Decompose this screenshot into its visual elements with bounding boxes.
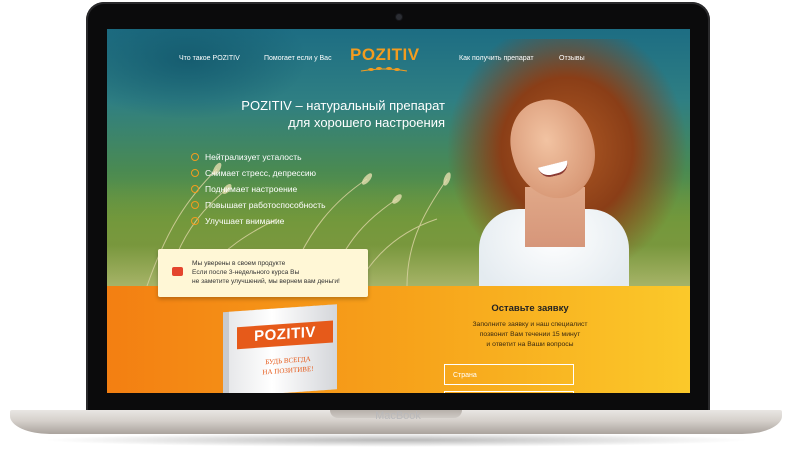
nav-item-how-to-get[interactable]: Как получить препарат <box>459 55 534 62</box>
camera-icon <box>396 14 402 20</box>
form-description: Заполните заявку и наш специалист позвон… <box>472 321 588 348</box>
box-logo: POZITIV <box>237 320 333 350</box>
form-title: Оставьте заявку <box>491 303 569 314</box>
hero-headline: POZITIV – натуральный препарат для хорош… <box>185 97 445 131</box>
bullet-icon <box>191 201 199 209</box>
logo[interactable]: POZITIV <box>350 45 419 65</box>
sprig-icon <box>360 67 408 72</box>
base-shadow <box>40 433 752 447</box>
benefit-item: Повышает работоспособность <box>191 197 326 213</box>
nav-item-reviews[interactable]: Отзывы <box>559 55 585 62</box>
guarantee-card: Мы уверены в своем продукте Если после 3… <box>158 249 368 297</box>
benefit-item: Улучшает внимание <box>191 213 326 229</box>
bullet-icon <box>191 217 199 225</box>
bullet-icon <box>191 169 199 177</box>
bullet-icon <box>191 185 199 193</box>
benefit-item: Нейтрализует усталость <box>191 149 326 165</box>
benefits-list: Нейтрализует усталость Снимает стресс, д… <box>191 149 326 229</box>
brand-label: MacBook <box>375 410 421 422</box>
bullet-icon <box>191 153 199 161</box>
nav-item-helps-if[interactable]: Помогает если у Вас <box>264 55 332 62</box>
box-slogan: БУДЬ ВСЕГДА НА ПОЗИТИВЕ! <box>262 355 314 377</box>
laptop-screen: Что такое POZITIV Помогает если у Вас Ка… <box>107 29 690 393</box>
benefit-item: Снимает стресс, депрессию <box>191 165 326 181</box>
headline-line-1: POZITIV – натуральный препарат <box>241 98 445 113</box>
country-field[interactable]: Страна <box>444 364 574 385</box>
wallet-icon <box>172 267 183 276</box>
headline-line-2: для хорошего настроения <box>288 115 445 130</box>
guarantee-text: Мы уверены в своем продукте Если после 3… <box>192 260 340 285</box>
product-box-image: POZITIV БУДЬ ВСЕГДА НА ПОЗИТИВЕ! <box>229 304 337 393</box>
benefit-item: Поднимает настроение <box>191 181 326 197</box>
next-field[interactable] <box>444 391 574 393</box>
nav-item-what-is[interactable]: Что такое POZITIV <box>179 55 240 62</box>
